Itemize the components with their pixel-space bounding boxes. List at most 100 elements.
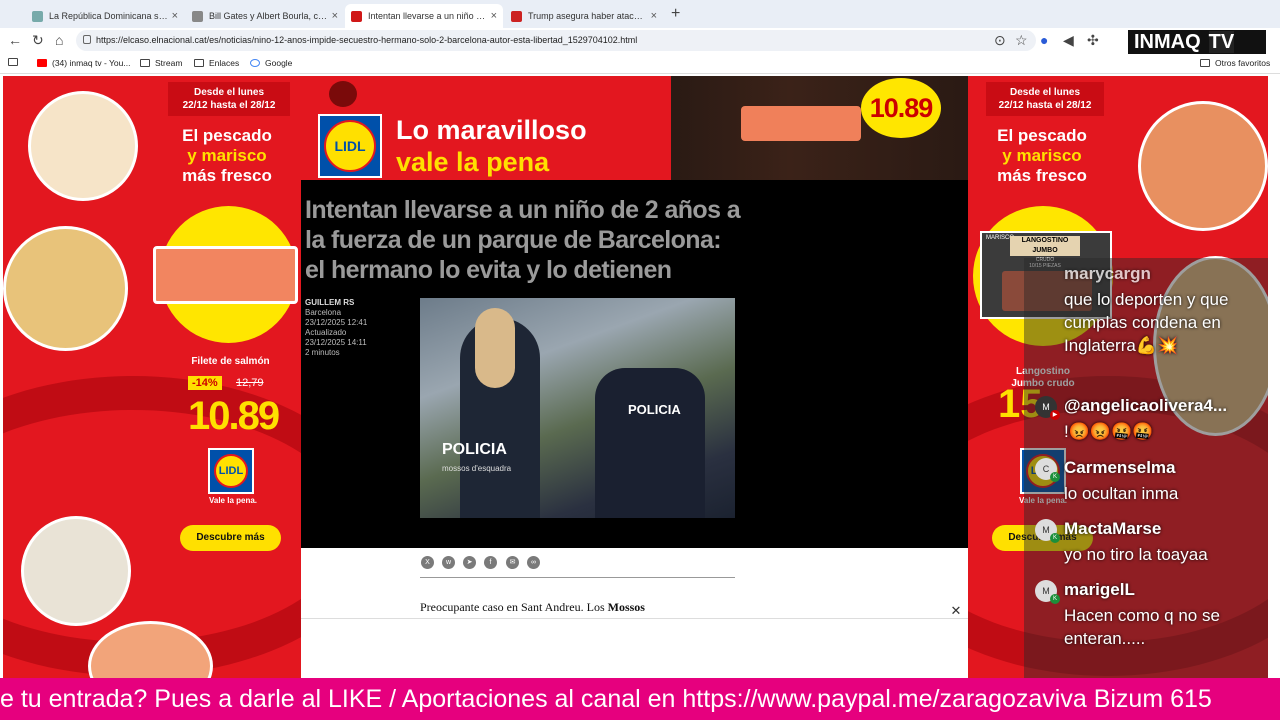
x-share-icon[interactable]: X bbox=[421, 556, 434, 569]
article-headline: Intentan llevarse a un niño de 2 años a … bbox=[305, 196, 741, 284]
share-divider bbox=[420, 577, 735, 578]
puzzle-icon[interactable]: ✣ bbox=[1087, 32, 1099, 49]
favicon-icon bbox=[511, 10, 522, 22]
email-share-icon[interactable]: ✉ bbox=[506, 556, 519, 569]
article-published: 23/12/2025 12:41 bbox=[305, 318, 368, 327]
close-ad-icon[interactable]: ✕ bbox=[948, 603, 964, 619]
salmon-plate-image bbox=[28, 91, 138, 201]
facebook-share-icon[interactable]: f bbox=[484, 556, 497, 569]
lidl-logo-text: LIDL bbox=[324, 120, 376, 172]
lock-icon bbox=[83, 35, 91, 44]
lidl-logo-text: LIDL bbox=[214, 454, 248, 488]
telegram-share-icon[interactable]: ➤ bbox=[463, 556, 476, 569]
chat-user: marigelL bbox=[1064, 580, 1135, 599]
reading-list-icon bbox=[8, 58, 18, 66]
youtube-icon bbox=[37, 59, 47, 67]
folder-icon bbox=[140, 59, 150, 67]
other-bookmarks[interactable]: Otros favoritos bbox=[1200, 58, 1270, 68]
whatsapp-share-icon[interactable]: w bbox=[442, 556, 455, 569]
photo-police-text: POLICIA bbox=[442, 441, 507, 458]
chat-user: MactaMarse bbox=[1064, 519, 1162, 538]
tab-title: La República Dominicana se niega bbox=[49, 11, 168, 21]
speaker-icon[interactable]: ◀ bbox=[1063, 32, 1074, 49]
ad-headline-line: y marisco bbox=[1002, 146, 1082, 165]
chat-avatar: CK bbox=[1035, 458, 1060, 482]
bookmark-enlaces[interactable]: Enlaces bbox=[194, 58, 239, 68]
favicon-icon bbox=[192, 10, 203, 22]
left-ad[interactable]: Desde el lunes 22/12 hasta el 28/12 El p… bbox=[3, 76, 301, 678]
back-icon[interactable]: ← bbox=[8, 32, 22, 48]
reload-icon[interactable]: ↻ bbox=[32, 32, 44, 49]
date-badge: Desde el lunes 22/12 hasta el 28/12 bbox=[986, 82, 1104, 116]
pack-label: LANGOSTINO JUMBO bbox=[1010, 236, 1080, 256]
kick-badge-icon: K bbox=[1050, 533, 1060, 543]
hair-image bbox=[475, 308, 515, 388]
chat-avatar: M ▶ bbox=[1035, 396, 1060, 420]
avatar-letter: M bbox=[1042, 402, 1050, 412]
banner-title-line: Lo maravilloso bbox=[396, 115, 587, 145]
discover-more-button[interactable]: Descubre más bbox=[180, 525, 281, 551]
folder-icon bbox=[1200, 59, 1210, 67]
tab-title: Intentan llevarse a un niño de 2 añ bbox=[368, 11, 487, 21]
avatar-letter: C bbox=[1042, 464, 1050, 474]
favicon-icon bbox=[351, 10, 362, 22]
article-byline: GUILLEM RS Barcelona 23/12/2025 12:41 Ac… bbox=[305, 298, 415, 358]
salmon-pack-image bbox=[153, 246, 298, 304]
tab-1[interactable]: La República Dominicana se niega × bbox=[26, 4, 184, 28]
settings-icon[interactable]: ⊙ bbox=[994, 32, 1006, 49]
bookmark-label: Google bbox=[265, 58, 293, 68]
bookmark-google[interactable]: Google bbox=[250, 58, 292, 68]
star-icon[interactable]: ☆ bbox=[1015, 32, 1028, 49]
bookmark-label: (34) inmaq tv - You... bbox=[52, 58, 131, 68]
article-updated: 23/12/2025 14:11 bbox=[305, 338, 367, 347]
close-tab-icon[interactable]: × bbox=[332, 10, 338, 22]
photo-police-text: POLICIA bbox=[628, 402, 681, 417]
banner-title: Lo maravilloso vale la pena bbox=[396, 114, 587, 178]
bookmarks-icon[interactable] bbox=[8, 58, 23, 66]
youtube-badge-icon: ▶ bbox=[1050, 410, 1060, 420]
tab-title: Bill Gates y Albert Bourla, compare bbox=[209, 11, 328, 21]
ad-headline-line: y marisco bbox=[187, 146, 267, 165]
close-tab-icon[interactable]: × bbox=[172, 10, 178, 22]
tab-title: Trump asegura haber atacado por bbox=[528, 11, 647, 21]
product-name: Filete de salmón bbox=[191, 356, 270, 367]
article-author[interactable]: GUILLEM RS bbox=[305, 298, 415, 308]
folder-icon bbox=[194, 59, 204, 67]
banner-salmon-image bbox=[741, 106, 861, 141]
bookmarks-bar bbox=[0, 54, 1280, 74]
chat-avatar: MK bbox=[1035, 519, 1060, 543]
ad-separator bbox=[301, 618, 968, 619]
date-badge-line: 22/12 hasta el 28/12 bbox=[998, 100, 1092, 111]
chat-message: lo ocultan inma bbox=[1064, 484, 1179, 503]
ad-headline-line: más fresco bbox=[997, 166, 1087, 185]
home-icon[interactable]: ⌂ bbox=[55, 32, 63, 48]
url-text: https://elcaso.elnacional.cat/es/noticia… bbox=[96, 35, 638, 45]
url-bar[interactable]: https://elcaso.elnacional.cat/es/noticia… bbox=[76, 30, 1036, 51]
bookmark-label: Otros favoritos bbox=[1215, 58, 1271, 68]
top-banner-ad[interactable]: LIDL Lo maravilloso vale la pena 10.89 bbox=[301, 76, 968, 180]
date-badge-line: Desde el lunes bbox=[193, 87, 265, 98]
article-read-time: 2 minutos bbox=[305, 348, 340, 357]
tab-4[interactable]: Trump asegura haber atacado por × bbox=[505, 4, 663, 28]
chat-user: Carmenselma bbox=[1064, 458, 1176, 477]
lidl-logo: LIDL bbox=[208, 448, 254, 494]
bookmark-stream[interactable]: Stream bbox=[140, 58, 182, 68]
bookmark-label: Stream bbox=[155, 58, 183, 68]
tab-2[interactable]: Bill Gates y Albert Bourla, compare × bbox=[186, 4, 344, 28]
bookmark-youtube[interactable]: (34) inmaq tv - You... bbox=[37, 58, 130, 68]
link-share-icon[interactable]: ∞ bbox=[527, 556, 540, 569]
close-tab-icon[interactable]: × bbox=[651, 10, 657, 22]
tab-3-active[interactable]: Intentan llevarse a un niño de 2 añ × bbox=[345, 4, 503, 28]
close-tab-icon[interactable]: × bbox=[491, 10, 497, 22]
lead-text: Preocupante caso en Sant Andreu. Los bbox=[420, 600, 608, 614]
kick-badge-icon: K bbox=[1050, 594, 1060, 604]
ad-headline: El pescado y marisco más fresco bbox=[980, 126, 1104, 186]
ornament-image bbox=[329, 81, 357, 107]
new-tab-button[interactable]: + bbox=[671, 5, 680, 23]
article-photo[interactable]: POLICIA POLICIA mossos d'esquadra bbox=[420, 298, 735, 518]
ad-slogan: Vale la pena. bbox=[208, 496, 258, 505]
lead-bold: Mossos bbox=[607, 600, 645, 614]
chat-user: marycargn bbox=[1064, 264, 1151, 283]
date-badge-line: 22/12 hasta el 28/12 bbox=[182, 100, 276, 111]
extension-icon[interactable]: ● bbox=[1040, 32, 1048, 48]
